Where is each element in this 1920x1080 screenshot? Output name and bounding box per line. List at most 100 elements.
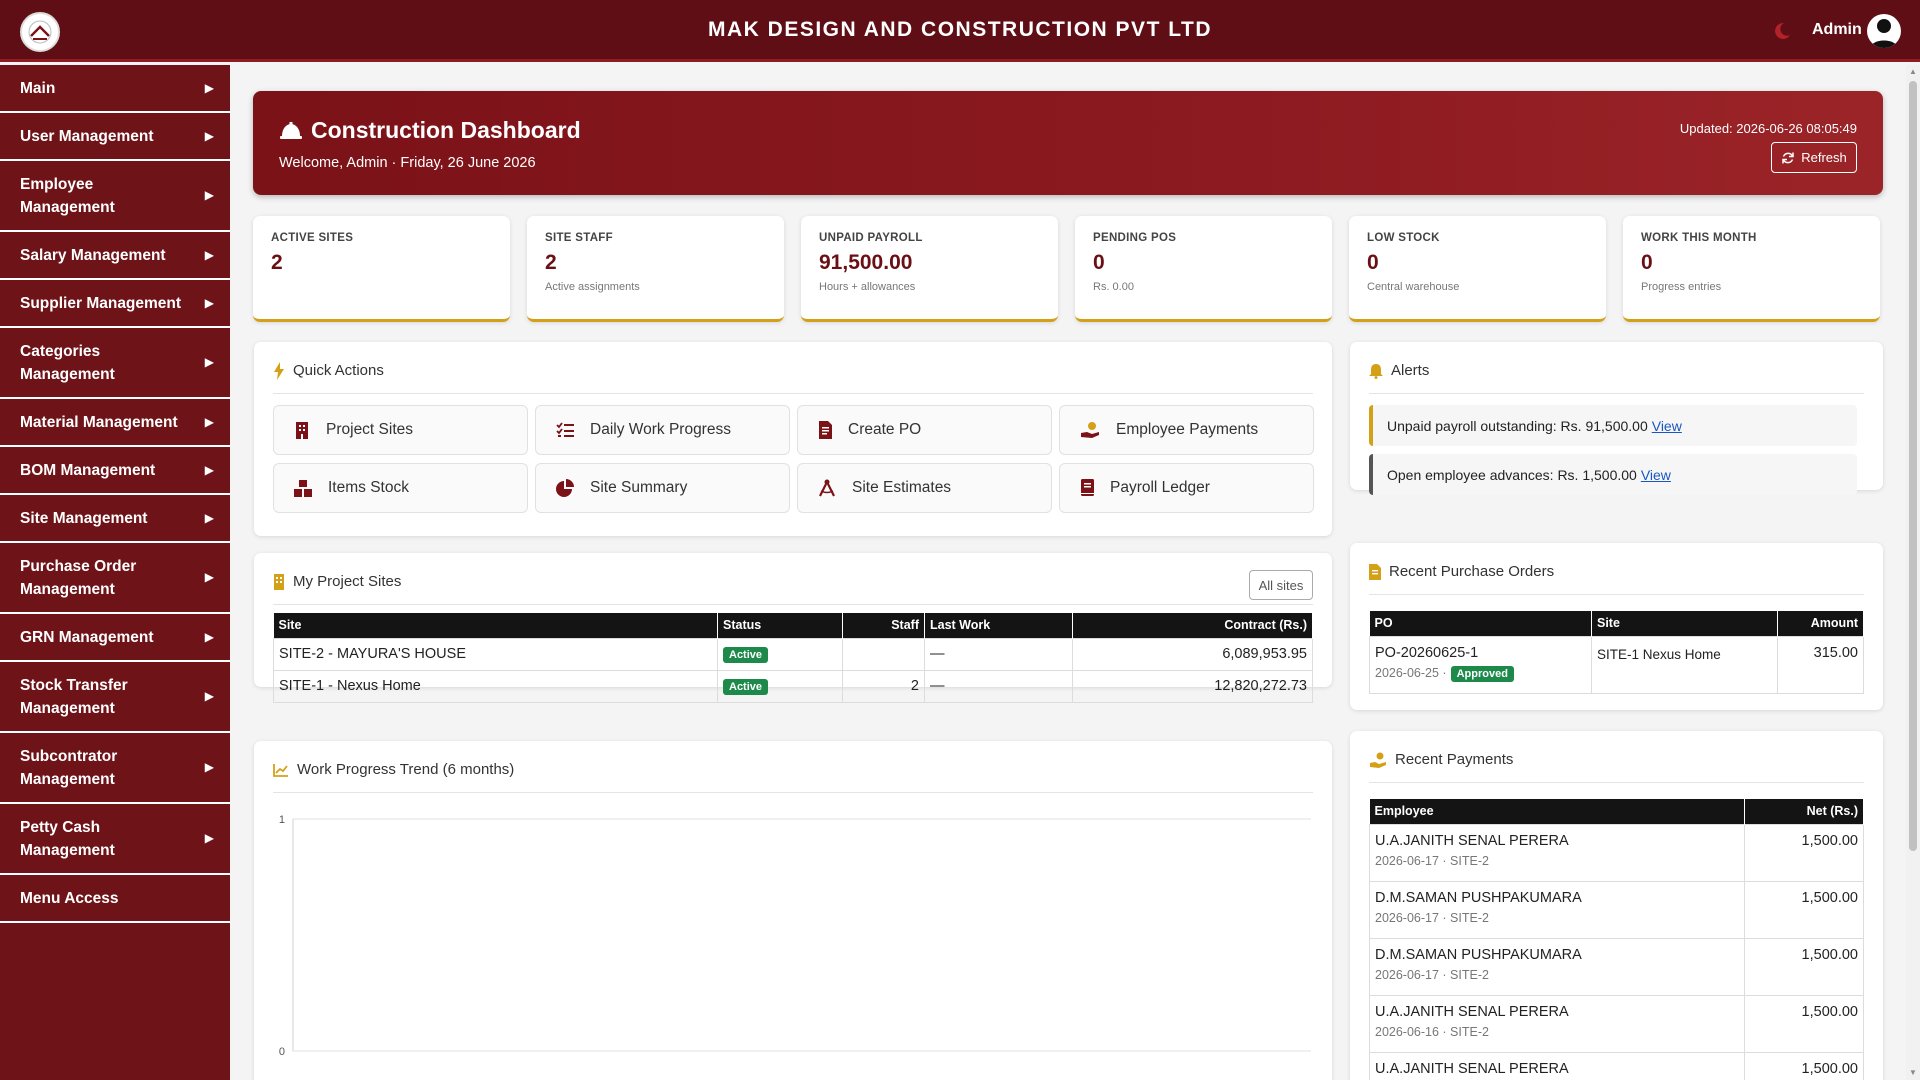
- column-header[interactable]: Staff: [842, 613, 925, 638]
- sidebar-item-main[interactable]: Main ▶: [0, 65, 230, 113]
- quick-action-label: Items Stock: [328, 479, 409, 496]
- table-row[interactable]: D.M.SAMAN PUSHPAKUMARA 2026-06-17 · SITE…: [1369, 937, 1864, 996]
- scrollbar-thumb[interactable]: [1909, 81, 1917, 851]
- all-sites-button[interactable]: All sites: [1249, 570, 1313, 600]
- table-row[interactable]: U.A.JANITH SENAL PERERA 2026-06-17 · SIT…: [1369, 823, 1864, 882]
- column-header[interactable]: Contract (Rs.): [1072, 613, 1313, 638]
- dark-mode-toggle[interactable]: [1772, 21, 1792, 41]
- sidebar-item-user-management[interactable]: User Management ▶: [0, 113, 230, 161]
- caret-right-icon: ▶: [204, 689, 214, 703]
- sidebar-item-salary-management[interactable]: Salary Management ▶: [0, 232, 230, 280]
- stat-note: Progress entries: [1641, 281, 1722, 293]
- sidebar-item-site-management[interactable]: Site Management ▶: [0, 495, 230, 543]
- alert-view-link[interactable]: View: [1652, 418, 1682, 434]
- table-row[interactable]: PO-20260625-1 2026-06-25 · Approved SITE…: [1369, 635, 1864, 694]
- card-title: Recent Purchase Orders: [1369, 561, 1864, 595]
- sidebar-item-bom-management[interactable]: BOM Management ▶: [0, 447, 230, 495]
- refresh-button[interactable]: Refresh: [1771, 142, 1857, 173]
- column-header[interactable]: Amount: [1777, 611, 1864, 636]
- sidebar-item-employee-management[interactable]: Employee Management ▶: [0, 161, 230, 232]
- column-header[interactable]: Last Work: [924, 613, 1073, 638]
- status-badge: Active: [723, 646, 769, 663]
- sidebar-item-subcontractor-management[interactable]: Subcontrator Management ▶: [0, 733, 230, 804]
- status-cell: Active: [717, 637, 843, 671]
- stat-card-low-stock[interactable]: LOW STOCK 0 Central warehouse: [1349, 216, 1606, 322]
- staff-count: 2: [842, 669, 925, 703]
- payment-meta: 2026-06-17 · SITE-2: [1375, 967, 1489, 982]
- sidebar-item-material-management[interactable]: Material Management ▶: [0, 399, 230, 447]
- caret-right-icon: ▶: [204, 510, 214, 525]
- card-title: Alerts: [1369, 360, 1864, 394]
- quick-action-employee-payments[interactable]: Employee Payments: [1059, 405, 1314, 455]
- po-date: 2026-06-25 ·: [1375, 665, 1447, 680]
- table-row[interactable]: U.A.JANITH SENAL PERERA 2026-06-16 · SIT…: [1369, 994, 1864, 1053]
- caret-right-icon: ▶: [204, 414, 214, 429]
- net-amount: 1,500.00: [1744, 823, 1864, 882]
- status-badge: Active: [723, 678, 769, 695]
- quick-action-create-po[interactable]: Create PO: [797, 405, 1052, 455]
- po-meta: 2026-06-25 · Approved: [1375, 665, 1586, 682]
- payments-table: Employee Net (Rs.) U.A.JANITH SENAL PERE…: [1369, 799, 1864, 1080]
- page-scrollbar[interactable]: ▲ ▼: [1906, 65, 1920, 1080]
- employee-name: U.A.JANITH SENAL PERERA: [1375, 1003, 1569, 1020]
- alert-view-link[interactable]: View: [1641, 467, 1671, 483]
- po-site: SITE-1 Nexus Home: [1591, 635, 1778, 694]
- employee-name: U.A.JANITH SENAL PERERA: [1375, 1060, 1569, 1077]
- quick-action-label: Create PO: [848, 421, 922, 438]
- sidebar-item-label: Subcontrator Management: [20, 747, 118, 788]
- sidebar-item-stock-transfer-management[interactable]: Stock Transfer Management ▶: [0, 662, 230, 733]
- moon-icon: [1775, 22, 1790, 39]
- staff-count: [842, 637, 925, 671]
- stat-value: 2: [545, 251, 557, 274]
- po-number[interactable]: PO-20260625-1: [1375, 645, 1586, 661]
- sidebar-item-grn-management[interactable]: GRN Management ▶: [0, 614, 230, 662]
- quick-action-project-sites[interactable]: Project Sites: [273, 405, 528, 455]
- scroll-down-arrow-icon[interactable]: ▼: [1908, 1068, 1918, 1078]
- caret-right-icon: ▶: [204, 760, 214, 774]
- quick-action-payroll-ledger[interactable]: Payroll Ledger: [1059, 463, 1314, 513]
- column-header[interactable]: Status: [717, 613, 843, 638]
- sidebar-item-label: Main: [20, 79, 56, 97]
- quick-action-site-summary[interactable]: Site Summary: [535, 463, 790, 513]
- column-header[interactable]: Site: [1591, 611, 1778, 636]
- caret-right-icon: ▶: [204, 128, 214, 143]
- sidebar-item-supplier-management[interactable]: Supplier Management ▶: [0, 280, 230, 328]
- sidebar-item-menu-access[interactable]: Menu Access: [0, 875, 230, 923]
- employee-cell: U.A.JANITH SENAL PERERA 2026-06-16 · SIT…: [1369, 994, 1745, 1053]
- y-tick-label: 1: [279, 814, 285, 826]
- stat-label: SITE STAFF: [545, 232, 613, 244]
- table-row[interactable]: SITE-1 - Nexus Home Active 2 — 12,820,27…: [273, 669, 1313, 703]
- stat-card-active-sites[interactable]: ACTIVE SITES 2: [253, 216, 510, 322]
- stat-card-pending-pos[interactable]: PENDING POS 0 Rs. 0.00: [1075, 216, 1332, 322]
- stat-label: PENDING POS: [1093, 232, 1177, 244]
- column-header[interactable]: Employee: [1369, 799, 1745, 824]
- contract-amount: 12,820,272.73: [1072, 669, 1313, 703]
- stat-card-unpaid-payroll[interactable]: UNPAID PAYROLL 91,500.00 Hours + allowan…: [801, 216, 1058, 322]
- caret-right-icon: ▶: [204, 570, 214, 584]
- column-header[interactable]: Net (Rs.): [1744, 799, 1864, 824]
- sidebar-item-purchase-order-management[interactable]: Purchase Order Management ▶: [0, 543, 230, 614]
- quick-action-daily-work-progress[interactable]: Daily Work Progress: [535, 405, 790, 455]
- stat-card-work-this-month[interactable]: WORK THIS MONTH 0 Progress entries: [1623, 216, 1880, 322]
- column-header[interactable]: Site: [273, 613, 718, 638]
- table-row[interactable]: D.M.SAMAN PUSHPAKUMARA 2026-06-17 · SITE…: [1369, 880, 1864, 939]
- hand-coin-icon: [1081, 422, 1099, 438]
- stat-card-site-staff[interactable]: SITE STAFF 2 Active assignments: [527, 216, 784, 322]
- stat-note: Rs. 0.00: [1093, 281, 1134, 293]
- employee-cell: D.M.SAMAN PUSHPAKUMARA 2026-06-17 · SITE…: [1369, 937, 1745, 996]
- sidebar-item-petty-cash-management[interactable]: Petty Cash Management ▶: [0, 804, 230, 875]
- avatar[interactable]: [1867, 14, 1901, 48]
- sidebar-item-label: Supplier Management: [20, 294, 182, 312]
- scroll-up-arrow-icon[interactable]: ▲: [1908, 67, 1918, 77]
- sidebar-item-categories-management[interactable]: Categories Management ▶: [0, 328, 230, 399]
- quick-action-site-estimates[interactable]: Site Estimates: [797, 463, 1052, 513]
- page-title: Construction Dashboard: [279, 117, 581, 144]
- table-header-row: Site Status Staff Last Work Contract (Rs…: [273, 613, 1313, 638]
- quick-action-items-stock[interactable]: Items Stock: [273, 463, 528, 513]
- user-name[interactable]: Admin: [1812, 21, 1862, 39]
- table-row[interactable]: U.A.JANITH SENAL PERERA 1,500.00: [1369, 1051, 1864, 1080]
- table-row[interactable]: SITE-2 - MAYURA'S HOUSE Active — 6,089,9…: [273, 637, 1313, 671]
- quick-actions-card: Quick Actions Project Sites Daily Work P…: [254, 342, 1332, 536]
- column-header[interactable]: PO: [1369, 611, 1592, 636]
- quick-action-label: Site Estimates: [852, 479, 952, 496]
